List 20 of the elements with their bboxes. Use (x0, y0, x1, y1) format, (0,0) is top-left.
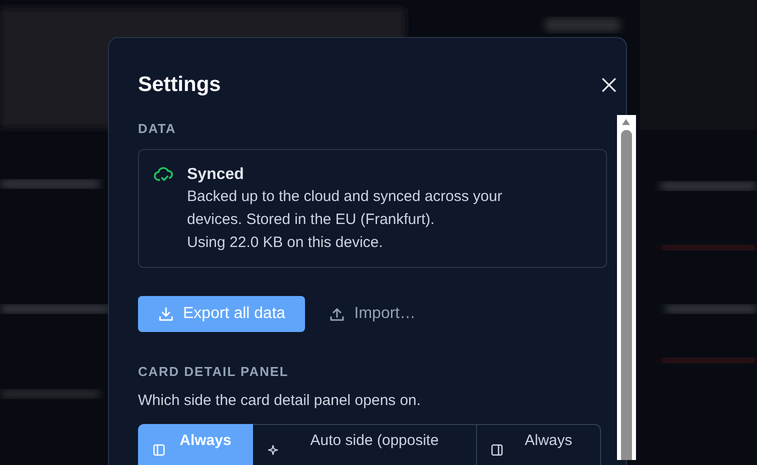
sparkle-icon (267, 444, 279, 456)
panel-side-option[interactable]: Always (477, 424, 601, 465)
dialog-title: Settings (138, 73, 221, 97)
panel-icon (491, 444, 503, 456)
scroll-up-icon[interactable] (622, 119, 630, 125)
panel-side-option[interactable]: Auto side (opposite (253, 424, 477, 465)
scrollbar[interactable] (617, 115, 636, 460)
panel-icon (153, 444, 165, 456)
section-heading: CARD DETAIL PANEL (138, 364, 290, 379)
download-icon (158, 306, 174, 322)
sync-status: Synced (187, 165, 245, 185)
storage-usage: Using 22.0 KB on this device. (187, 233, 384, 253)
sync-description: Backed up to the cloud and synced across your devices. Stored in the EU (Frankfurt). (187, 187, 504, 230)
section-description: Which side the card detail panel opens on. (138, 392, 422, 409)
close-icon[interactable] (602, 78, 616, 92)
upload-icon (329, 306, 346, 322)
scrollbar-thumb[interactable] (621, 130, 632, 460)
section-heading: DATA (138, 121, 178, 136)
cloud-check-icon (154, 165, 174, 183)
import-button[interactable]: Import… (319, 296, 426, 332)
